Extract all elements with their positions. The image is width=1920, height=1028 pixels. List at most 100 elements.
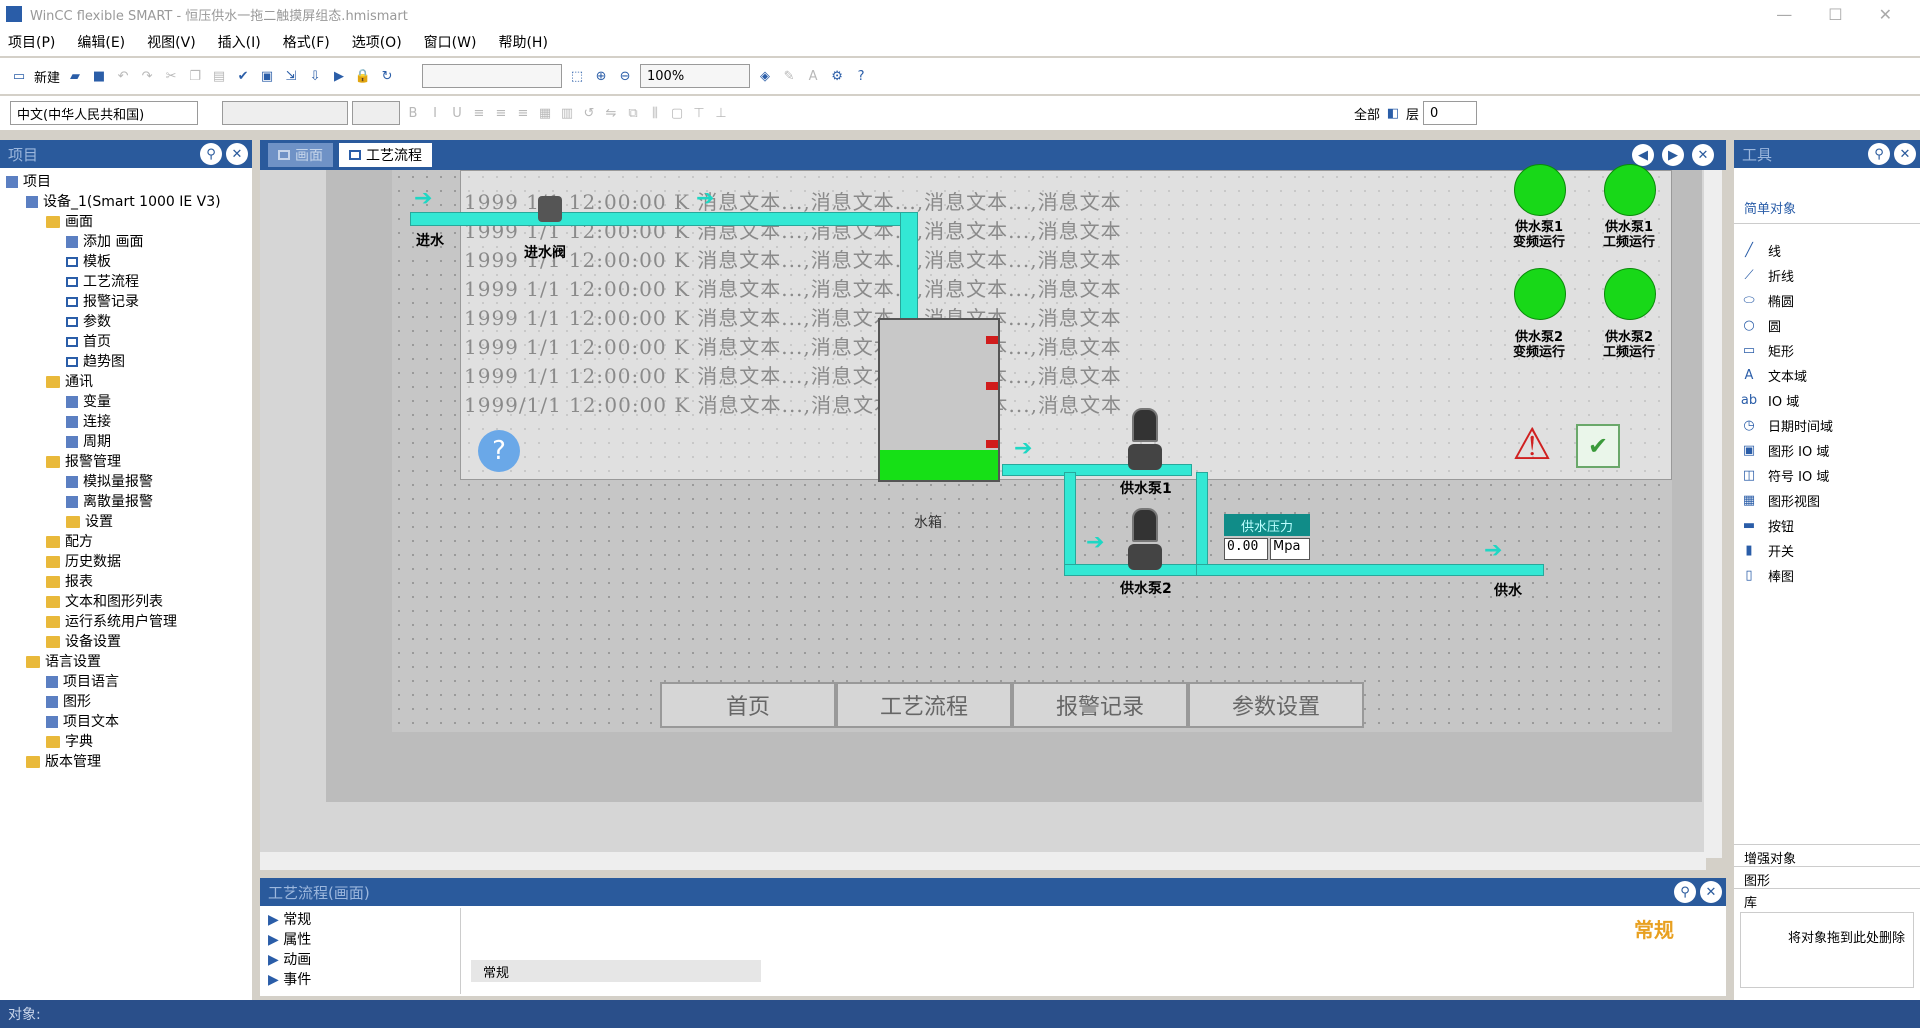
zoom-select-icon[interactable]: ⬚ — [568, 67, 586, 85]
font-select[interactable] — [222, 101, 348, 125]
runtime-icon[interactable]: ▶ — [330, 67, 348, 85]
menu-item[interactable]: 插入(I) — [218, 32, 261, 52]
tab-next-icon[interactable]: ▶ — [1662, 144, 1684, 166]
order-icon[interactable]: ⧉ — [624, 104, 642, 122]
size-icon[interactable]: ▢ — [668, 104, 686, 122]
menu-item[interactable]: 窗口(W) — [424, 32, 477, 52]
tree-item[interactable]: 变量 — [6, 392, 252, 412]
menu-item[interactable]: 编辑(E) — [77, 32, 125, 52]
copy-icon[interactable]: ❐ — [186, 67, 204, 85]
font-size-select[interactable] — [352, 101, 400, 125]
transfer-icon[interactable]: ⇲ — [282, 67, 300, 85]
tree-item[interactable]: 周期 — [6, 432, 252, 452]
tree-item[interactable]: 参数 — [6, 312, 252, 332]
font-color-icon[interactable]: A — [804, 67, 822, 85]
tool-section[interactable]: 库 — [1734, 888, 1920, 911]
tab-close-icon[interactable]: ✕ — [1692, 144, 1714, 166]
tool-item[interactable]: ab IO 域 — [1734, 388, 1920, 413]
tree-item[interactable]: 报表 — [6, 572, 252, 592]
alarm-acknowledge-icon[interactable]: ✔ — [1576, 424, 1620, 468]
tool-item[interactable]: ◷ 日期时间域 — [1734, 413, 1920, 438]
bold-icon[interactable]: B — [404, 104, 422, 122]
tree-item[interactable]: 设备设置 — [6, 632, 252, 652]
tool-item[interactable]: ▯ 棒图 — [1734, 563, 1920, 588]
tools-section-label[interactable]: 简单对象 — [1744, 198, 1910, 217]
tool-item[interactable]: ⬭ 椭圆 — [1734, 288, 1920, 313]
tree-item[interactable]: 项目语言 — [6, 672, 252, 692]
minimize-icon[interactable]: — — [1776, 5, 1792, 24]
distribute-icon[interactable]: ⫼ — [646, 104, 664, 122]
tool-section[interactable]: 图形 — [1734, 866, 1920, 889]
redo-icon[interactable]: ↷ — [138, 67, 156, 85]
tree-item[interactable]: 首页 — [6, 332, 252, 352]
tool-item[interactable]: ⟋ 折线 — [1734, 263, 1920, 288]
tree-item[interactable]: 模拟量报警 — [6, 472, 252, 492]
tree-item[interactable]: 设备_1(Smart 1000 IE V3) — [6, 192, 252, 212]
tree-item[interactable]: 设置 — [6, 512, 252, 532]
open-icon[interactable]: ▰ — [66, 67, 84, 85]
check-icon[interactable]: ✔ — [234, 67, 252, 85]
tab-prev-icon[interactable]: ◀ — [1632, 144, 1654, 166]
tree-item[interactable]: 项目 — [6, 172, 252, 192]
alarm-help-icon[interactable]: ? — [478, 430, 520, 472]
fill-color-icon[interactable]: ◈ — [756, 67, 774, 85]
tree-item[interactable]: 文本和图形列表 — [6, 592, 252, 612]
close-icon[interactable]: ✕ — [1879, 5, 1892, 24]
property-category[interactable]: ▶ 事件 — [268, 970, 444, 990]
tree-item[interactable]: 项目文本 — [6, 712, 252, 732]
ungroup-icon[interactable]: ▥ — [558, 104, 576, 122]
tool-item[interactable]: ▦ 图形视图 — [1734, 488, 1920, 513]
tree-item[interactable]: 通讯 — [6, 372, 252, 392]
tool-section[interactable]: 增强对象 — [1734, 844, 1920, 867]
pump2[interactable] — [1128, 508, 1162, 574]
property-category[interactable]: ▶ 属性 — [268, 930, 444, 950]
property-category[interactable]: ▶ 动画 — [268, 950, 444, 970]
panel-close-icon[interactable]: ✕ — [1894, 143, 1916, 165]
tree-item[interactable]: 字典 — [6, 732, 252, 752]
align-left-icon[interactable]: ≡ — [470, 104, 488, 122]
zoom-in-icon[interactable]: ⊕ — [592, 67, 610, 85]
tool-item[interactable]: ○ 圆 — [1734, 313, 1920, 338]
tree-item[interactable]: 趋势图 — [6, 352, 252, 372]
inlet-valve-icon[interactable] — [538, 196, 562, 222]
layer-icon[interactable]: ◧ — [1384, 104, 1402, 122]
nav-process-button[interactable]: 工艺流程 — [836, 682, 1012, 728]
pin-icon[interactable]: ⚲ — [1868, 143, 1890, 165]
tool-item[interactable]: ◫ 符号 IO 域 — [1734, 463, 1920, 488]
refresh-icon[interactable]: ↻ — [378, 67, 396, 85]
alarm-warning-icon[interactable]: ⚠ — [1508, 419, 1556, 470]
tree-item[interactable]: 报警记录 — [6, 292, 252, 312]
tree-item[interactable]: 工艺流程 — [6, 272, 252, 292]
tree-item[interactable]: 配方 — [6, 532, 252, 552]
align-bottom-icon[interactable]: ⊥ — [712, 104, 730, 122]
tree-item[interactable]: 图形 — [6, 692, 252, 712]
panel-close-icon[interactable]: ✕ — [1700, 881, 1722, 903]
tree-item[interactable]: 离散量报警 — [6, 492, 252, 512]
nav-alarm-button[interactable]: 报警记录 — [1012, 682, 1188, 728]
zoom-select[interactable]: 100% — [640, 64, 751, 88]
nav-params-button[interactable]: 参数设置 — [1188, 682, 1364, 728]
horizontal-scrollbar[interactable] — [260, 852, 1706, 870]
flip-icon[interactable]: ⇋ — [602, 104, 620, 122]
pin-icon[interactable]: ⚲ — [200, 143, 222, 165]
help-icon[interactable]: ? — [852, 67, 870, 85]
settings-icon[interactable]: ⚙ — [828, 67, 846, 85]
compile-icon[interactable]: ▣ — [258, 67, 276, 85]
download-icon[interactable]: ⇩ — [306, 67, 324, 85]
water-tank[interactable] — [878, 318, 1000, 482]
lock-icon[interactable]: 🔒 — [354, 67, 372, 85]
property-category[interactable]: ▶ 常规 — [268, 910, 444, 930]
tree-item[interactable]: 模板 — [6, 252, 252, 272]
menu-item[interactable]: 选项(O) — [352, 32, 402, 52]
new-button[interactable]: 新建 — [34, 67, 60, 86]
panel-close-icon[interactable]: ✕ — [226, 143, 248, 165]
layer-input[interactable]: 0 — [1423, 101, 1478, 125]
zoom-out-icon[interactable]: ⊖ — [616, 67, 634, 85]
tool-item[interactable]: A 文本域 — [1734, 363, 1920, 388]
tree-item[interactable]: 报警管理 — [6, 452, 252, 472]
menu-item[interactable]: 格式(F) — [283, 32, 330, 52]
menu-item[interactable]: 项目(P) — [8, 32, 55, 52]
tool-item[interactable]: ▭ 矩形 — [1734, 338, 1920, 363]
underline-icon[interactable]: U — [448, 104, 466, 122]
pump1[interactable] — [1128, 408, 1162, 474]
